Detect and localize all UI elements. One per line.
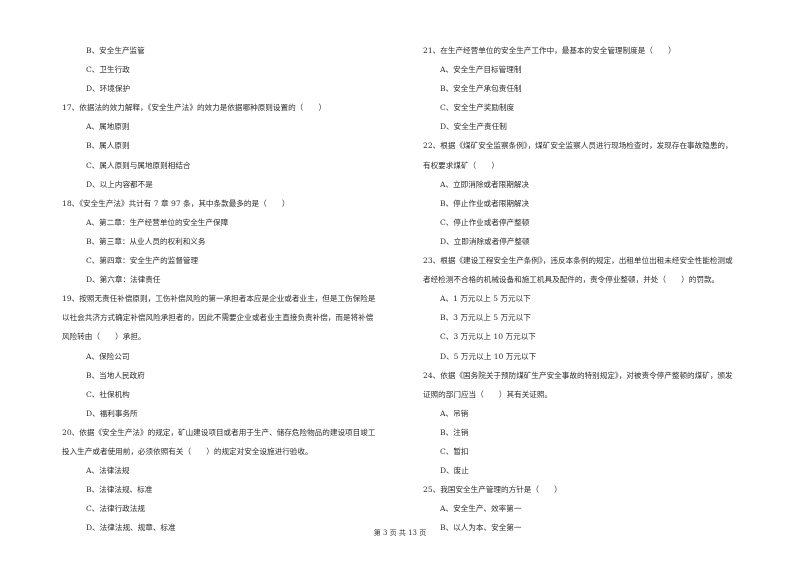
answer-option: A、立即消除或者限期解决 <box>440 179 530 189</box>
answer-option: A、属地原则 <box>86 122 130 132</box>
answer-option: A、法律法规 <box>86 466 130 476</box>
question-text-line: 17、依据法的效力解释，《安全生产法》的效力是依据哪种原则设置的（ ） <box>62 103 327 113</box>
right-column: 21、在生产经营单位的安全生产工作中，最基本的安全管理制度是（ ） A、安全生产目… <box>423 41 768 537</box>
left-column: B、安全生产监管 C、卫生行政 D、环境保护 17、依据法的效力解释，《安全生产法》的… <box>62 41 402 537</box>
answer-option: C、卫生行政 <box>86 65 130 75</box>
question-text-line: 20、依据《安全生产法》的规定，矿山建设项目或者用于生产、储存危险物品的建设项目… <box>62 427 376 437</box>
answer-option: B、注销 <box>440 427 469 437</box>
question-text-line: 以社会共济方式确定补偿风险承担者的，因此不需要企业或者业主直接负责补偿，而是将补… <box>62 313 374 323</box>
answer-option: A、安全生产目标管理制 <box>440 65 522 75</box>
question-text-line: 有权要求煤矿（ ） <box>423 160 499 170</box>
answer-option: C、3 万元以上 10 万元以下 <box>440 332 536 342</box>
answer-option: A、第二章：生产经营单位的安全生产保障 <box>86 217 229 227</box>
question-text-line: 22、根据《煤矿安全监察条例》，煤矿安全监察人员进行现场检查时，发现存在事故隐患… <box>423 141 733 151</box>
answer-option: B、当地人民政府 <box>86 370 145 380</box>
answer-option: B、属人原则 <box>86 141 130 151</box>
answer-option: B、安全生产监管 <box>86 46 145 55</box>
answer-option: A、安全生产、效率第一 <box>440 504 522 514</box>
answer-option: D、立即消除或者停产整顿 <box>440 236 530 246</box>
question-text-line: 证照的部门应当（ ）其有关证照。 <box>423 389 553 399</box>
answer-option: D、以上内容都不是 <box>86 179 153 189</box>
page-footer: 第 3 页 共 13 页 <box>373 529 427 537</box>
question-text-line: 21、在生产经营单位的安全生产工作中，最基本的安全管理制度是（ ） <box>423 46 676 55</box>
question-text-line: 投入生产或者使用前，必须依照有关（ ）的规定对安全设施进行验收。 <box>62 446 313 456</box>
answer-option: B、法律法规、标准 <box>86 485 153 495</box>
answer-option: B、停止作业或者限期解决 <box>440 198 530 208</box>
answer-option: D、第六章：法律责任 <box>86 275 161 285</box>
answer-option: C、法律行政法规 <box>86 504 145 514</box>
question-text-line: 18、《安全生产法》共计有 7 章 97 条，其中条款最多的是（ ） <box>62 198 290 208</box>
question-text-line: 24、依据《国务院关于预防煤矿生产安全事故的特别规定》，对被责令停产整顿的煤矿，… <box>423 370 733 380</box>
answer-option: B、3 万元以上 5 万元以下 <box>440 313 531 323</box>
answer-option: C、属人原则与属地原则相结合 <box>86 160 191 170</box>
question-text-line: 风险转由（ ）承担。 <box>62 332 146 342</box>
answer-option: D、福利事务所 <box>86 408 138 418</box>
answer-option: C、社保机构 <box>86 389 130 399</box>
answer-option: D、5 万元以上 10 万元以下 <box>440 351 537 361</box>
answer-option: B、安全生产承包责任制 <box>440 84 522 94</box>
answer-option: C、第四章：安全生产的监督管理 <box>86 256 199 266</box>
answer-option: C、停止作业或者停产整顿 <box>440 217 530 227</box>
answer-option: D、废止 <box>440 466 469 476</box>
question-text-line: 25、我国安全生产管理的方针是（ ） <box>423 485 562 495</box>
answer-option: D、安全生产责任制 <box>440 122 507 132</box>
answer-option: A、吊销 <box>440 408 469 418</box>
question-text-line: 19、按照无责任补偿原则，工伤补偿风险的第一承担者本应是企业或者业主，但是工伤保… <box>62 294 376 304</box>
question-text-line: 者经检测不合格的机械设备和施工机具及配件的，责令停业整顿，并处（ ）的罚款。 <box>423 275 720 285</box>
answer-option: C、安全生产奖励制度 <box>440 103 515 113</box>
answer-option: A、保险公司 <box>86 351 130 361</box>
question-text-line: 23、根据《建设工程安全生产条例》，违反本条例的规定，出租单位出租未经安全性能检… <box>423 256 733 266</box>
answer-option: D、环境保护 <box>86 84 131 94</box>
answer-option: A、1 万元以上 5 万元以下 <box>440 294 531 304</box>
answer-option: C、暂扣 <box>440 446 469 456</box>
answer-option: B、第三章：从业人员的权利和义务 <box>86 236 206 246</box>
